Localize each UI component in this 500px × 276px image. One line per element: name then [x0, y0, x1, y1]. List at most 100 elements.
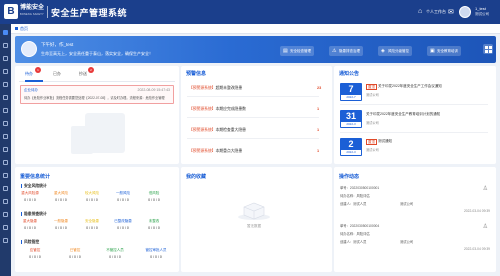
tab-done[interactable]: 已办 [53, 71, 61, 77]
sidebar-user-icon[interactable] [3, 225, 8, 230]
grid-menu-button[interactable] [483, 44, 493, 54]
sidebar-stats-icon[interactable] [3, 160, 8, 165]
quick-action-risk[interactable]: ◈ 风险分级管控 [378, 46, 412, 56]
stat-label: 重大隐患 [23, 219, 37, 223]
clipboard-icon: ▤ [283, 48, 288, 54]
sidebar-emergency-icon[interactable] [3, 134, 8, 139]
warning-row[interactable]: 【预警源系统】超期未整改隐患 [189, 86, 242, 91]
welcome-banner: 下午好，作_test 生命至高无上，安全责任重于泰山，落实安全，确保生产安全！ … [15, 36, 496, 63]
stat-value[interactable]: 0 / 0 / 0 [20, 255, 50, 259]
stat-value[interactable]: 0 / 0 / 0 [46, 198, 76, 202]
notice-title[interactable]: 关于印发2022年度安全生产工作会议通知 [378, 84, 442, 89]
stat-value[interactable]: 0 / 0 / 0 [15, 226, 45, 230]
sidebar-config-icon[interactable] [3, 212, 8, 217]
task-item[interactable]: 企业待办 2022-08-09 15:47:43 待办【危险作业审批】流程任务需… [20, 85, 174, 104]
notice-title[interactable]: 关于印发2022年度安全生产教育培训计划的通知 [366, 112, 440, 117]
warning-row[interactable]: 【预警源系统】本期应完成隐患数 [189, 107, 246, 112]
stat-label: 一般风险 [116, 191, 130, 195]
sidebar-device-icon[interactable] [3, 121, 8, 126]
sidebar-hazard-icon[interactable] [3, 56, 8, 61]
sidebar-risk-icon[interactable] [3, 43, 8, 48]
sidebar-fire-icon[interactable] [3, 199, 8, 204]
favorites-card: 我的收藏 暂无数据 [181, 167, 332, 272]
todo-badge: 1 [35, 67, 41, 73]
dynamics-title: 操作动态 [339, 174, 360, 180]
user-avatar[interactable] [459, 6, 471, 18]
warnings-title: 预警信息 [186, 71, 207, 77]
sidebar-check-icon[interactable] [3, 69, 8, 74]
stat-group-hazard: 隐患排查统计 [21, 212, 47, 217]
sidebar-document-icon[interactable] [3, 95, 8, 100]
stat-label: 重大风险源 [21, 191, 39, 195]
stat-value[interactable]: 0 / 0 / 0 [139, 198, 169, 202]
sidebar-work-icon[interactable] [3, 108, 8, 113]
dynamic-org: 测试公司 [400, 240, 414, 244]
page-tabs: 首页 [11, 24, 500, 34]
sidebar-env-icon[interactable] [3, 186, 8, 191]
brand-name: 博能安全 [20, 5, 45, 11]
warning-count: 1 [317, 149, 320, 153]
workspace-link[interactable]: 个人工作台 [426, 9, 446, 15]
dynamic-type: 待办名称：风险评估 [340, 194, 370, 198]
stat-value[interactable]: 0 / 0 / 0 [108, 226, 138, 230]
row-divider [187, 117, 319, 118]
dynamic-org: 测试公司 [400, 202, 414, 206]
sidebar-training-icon[interactable] [3, 82, 8, 87]
warning-row[interactable]: 【预警源系统】本期检查重大隐患 [189, 128, 246, 133]
empty-text: 暂无数据 [247, 224, 261, 228]
quick-action-hazard[interactable]: ⚠ 隐患排查治理 [329, 46, 363, 56]
active-tab-indicator [25, 80, 43, 82]
tasks-card: 待办 1 已办 抄送 2 企业待办 2022-08-09 15:47:43 待办… [15, 66, 179, 164]
user-name[interactable]: 1_test [475, 6, 486, 11]
stat-value[interactable]: 0 / 0 / 0 [46, 226, 76, 230]
sidebar-home-icon[interactable] [3, 30, 8, 35]
stat-value[interactable]: 0 / 0 / 0 [77, 226, 107, 230]
dynamic-no: 单号：2022030500100001 [340, 186, 380, 190]
stat-value[interactable]: 0 / 0 / 0 [139, 226, 169, 230]
dynamic-person: 创建人：测试人员 [340, 202, 367, 206]
bell-icon[interactable]: ✉ [448, 8, 454, 16]
stat-value[interactable]: 0 / 0 / 0 [141, 255, 171, 259]
notice-title[interactable]: 测试通知 [378, 139, 392, 144]
quick-action-check[interactable]: ▤ 安全检查管理 [280, 46, 314, 56]
notice-date: 31 2022-3 [340, 110, 362, 128]
empty-box-icon [238, 202, 270, 220]
stat-value[interactable]: 0 / 0 / 0 [100, 255, 130, 259]
sidebar-report-icon[interactable] [3, 173, 8, 178]
row-divider [340, 104, 488, 105]
favorites-title: 我的收藏 [186, 174, 207, 180]
sidebar [0, 24, 11, 276]
stat-value[interactable]: 0 / 0 / 0 [77, 198, 107, 202]
shield-icon: ◈ [381, 48, 385, 54]
stat-label: 已整改隐患 [114, 219, 132, 223]
tab-cc[interactable]: 抄送 [79, 71, 87, 77]
notice-org: 测试公司 [366, 148, 379, 152]
warning-row[interactable]: 【预警源系统】本期重点大隐患 [189, 149, 242, 154]
stat-label: 一般隐患 [54, 219, 68, 223]
person-icon: ♙ [482, 224, 488, 230]
tab-home[interactable]: 首页 [15, 26, 28, 32]
stat-value[interactable]: 0 / 0 / 0 [15, 198, 45, 202]
stat-value[interactable]: 0 / 0 / 0 [108, 198, 138, 202]
dynamic-item[interactable]: 单号：2022030500100001 ♙ 待办名称：风险评估 创建人：测试人员… [340, 185, 490, 221]
sidebar-person-icon[interactable] [3, 147, 8, 152]
task-title: 企业待办 [24, 88, 38, 92]
stat-label: 已管控 [69, 248, 81, 252]
quick-action-training[interactable]: ▣ 安全教育培训 [427, 46, 461, 56]
top-bar: B 博能安全 BONENG SAFETY 安全生产管理系统 ⌂ 个人工作台 ✉ … [0, 0, 500, 24]
task-time: 2022-08-09 15:47:43 [137, 88, 171, 92]
sidebar-settings-icon[interactable] [3, 238, 8, 243]
stats-card: 重要信息统计 安全风险统计 重大风险源 重大风险 较大风险 一般风险 低风险 0… [15, 167, 179, 272]
notice-org: 测试公司 [366, 93, 379, 97]
workspace-icon[interactable]: ⌂ [418, 8, 422, 15]
brand-subtitle: BONENG SAFETY [20, 13, 44, 16]
tab-todo[interactable]: 待办 [25, 71, 33, 77]
greeting-text: 下午好，作_test [41, 42, 74, 47]
notices-title: 通知公告 [339, 71, 360, 77]
stat-value[interactable]: 0 / 0 / 0 [60, 255, 90, 259]
header-divider [47, 6, 48, 18]
dynamic-item[interactable]: 单号：2022030500100004 ♙ 待办名称：风险评估 创建人：测试人员… [340, 223, 490, 259]
stat-label: 管控审批人员 [145, 248, 167, 252]
stat-label: 低风险 [148, 191, 160, 195]
dynamic-type: 待办名称：风险评估 [340, 232, 370, 236]
